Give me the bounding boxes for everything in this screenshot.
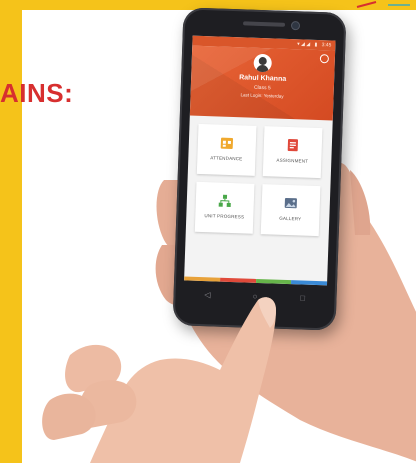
gallery-icon — [284, 197, 297, 209]
section-heading: AINS: — [0, 78, 74, 108]
tile-unit-progress[interactable]: UNIT PROGRESS — [194, 181, 255, 234]
tile-label: ASSIGNMENT — [276, 157, 309, 164]
attendance-icon — [220, 137, 234, 150]
battery-icon: ▮ — [314, 41, 318, 48]
menu-grid: ATTENDANCE ASSIGNMENT UNIT PROGRESS GALL… — [194, 123, 325, 237]
avatar[interactable] — [253, 53, 273, 73]
settings-icon[interactable] — [319, 54, 330, 64]
red-arrow-decoration — [356, 1, 377, 8]
assignment-icon — [287, 139, 299, 152]
profile-header: Rahul Khanna Class 5 Last Login: Yesterd… — [189, 45, 336, 121]
tile-attendance[interactable]: ATTENDANCE — [196, 123, 257, 176]
pointing-hand — [42, 297, 276, 463]
status-time: 3:45 — [321, 42, 332, 49]
phone-screen: ▾ ◢ ◢ ▮ 3:45 Rahul Khanna Class 5 Last L… — [184, 35, 336, 286]
tile-assignment[interactable]: ASSIGNMENT — [262, 126, 323, 179]
tile-label: ATTENDANCE — [210, 155, 243, 162]
speaker-grille — [243, 21, 286, 27]
front-camera — [290, 21, 301, 31]
tile-label: GALLERY — [279, 215, 302, 222]
tile-label: UNIT PROGRESS — [204, 213, 245, 220]
top-right-decoration — [382, 0, 416, 6]
tile-gallery[interactable]: GALLERY — [260, 184, 321, 237]
unit-progress-icon — [218, 194, 231, 208]
left-yellow-band — [0, 0, 22, 463]
signal-icon: ▾ ◢ ◢ — [297, 41, 311, 48]
